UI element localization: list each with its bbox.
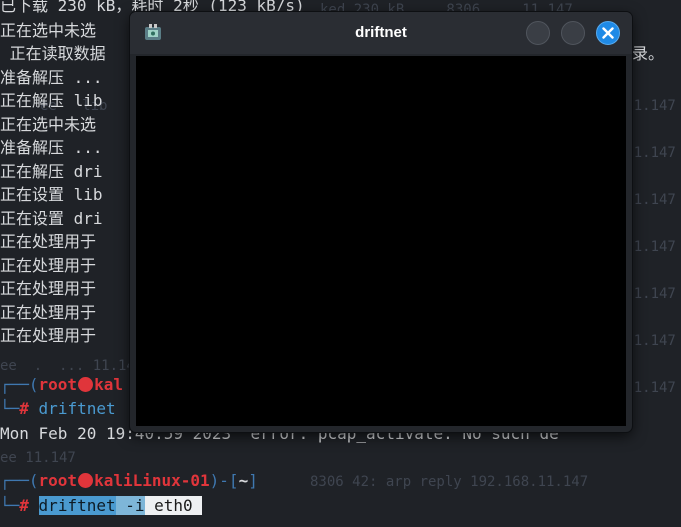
window-titlebar[interactable]: driftnet <box>130 12 632 54</box>
command-flag: -i <box>125 496 145 515</box>
close-icon <box>602 27 614 39</box>
prompt-line-1: ┌──(root kal <box>0 373 123 396</box>
prompt-separator: )-[ <box>209 471 239 490</box>
terminal-line: 正在处理用于 <box>0 303 97 322</box>
terminal-line: 正在设置 dri <box>0 209 103 228</box>
prompt-path: ~ <box>238 471 249 490</box>
ghost-text: 8306 42: arp reply 192.168.11.147 <box>310 474 589 490</box>
prompt-hash: # <box>19 399 29 418</box>
kali-skull-icon <box>78 473 94 488</box>
ghost-text: ee 11.147 <box>0 450 76 466</box>
command-text: driftnet <box>38 399 116 418</box>
terminal-line: 正在处理用于 <box>0 256 97 275</box>
prompt-prefix: ┌──( <box>0 471 39 490</box>
terminal-line: 准备解压 ... <box>0 138 103 157</box>
command-line-2[interactable]: └─# driftnet -i eth0 <box>0 494 203 517</box>
prompt-corner: └─ <box>0 399 20 418</box>
terminal-line: 正在读取数据 <box>0 44 106 63</box>
prompt-prefix: ┌──( <box>0 375 39 394</box>
prompt-corner: └─ <box>0 496 20 515</box>
prompt-host: kal <box>94 375 123 394</box>
close-button[interactable] <box>596 21 620 45</box>
prompt-host: kaliLinux-01 <box>94 471 210 490</box>
prompt-suffix: ] <box>248 471 258 490</box>
terminal-line: 正在选中未选 <box>0 115 97 134</box>
driftnet-window[interactable]: driftnet <box>130 12 632 432</box>
terminal-line: 正在处理用于 <box>0 232 97 251</box>
terminal-line: 正在选中未选 <box>0 21 97 40</box>
image-canvas[interactable] <box>136 56 626 426</box>
terminal-edge-text: 录。 <box>632 44 665 63</box>
terminal-line: 正在解压 lib <box>0 91 103 110</box>
kali-skull-icon <box>78 377 94 392</box>
prompt-user: root <box>38 375 78 394</box>
terminal-line: 正在解压 dri <box>0 162 103 181</box>
terminal-line: 正在设置 lib <box>0 185 103 204</box>
command-arg: eth0 <box>154 496 193 515</box>
prompt-user: root <box>38 471 78 490</box>
window-title: driftnet <box>355 24 407 41</box>
terminal-line: 正在处理用于 <box>0 326 97 345</box>
prompt-hash: # <box>19 496 29 515</box>
terminal-line: 正在处理用于 <box>0 279 97 298</box>
maximize-button[interactable] <box>561 21 585 45</box>
terminal-line: 准备解压 ... <box>0 68 103 87</box>
command-line-1: └─# driftnet <box>0 397 116 420</box>
minimize-button[interactable] <box>526 21 550 45</box>
command-text: driftnet <box>38 496 116 515</box>
prompt-line-2: ┌──(root kaliLinux-01)-[~] <box>0 469 258 492</box>
